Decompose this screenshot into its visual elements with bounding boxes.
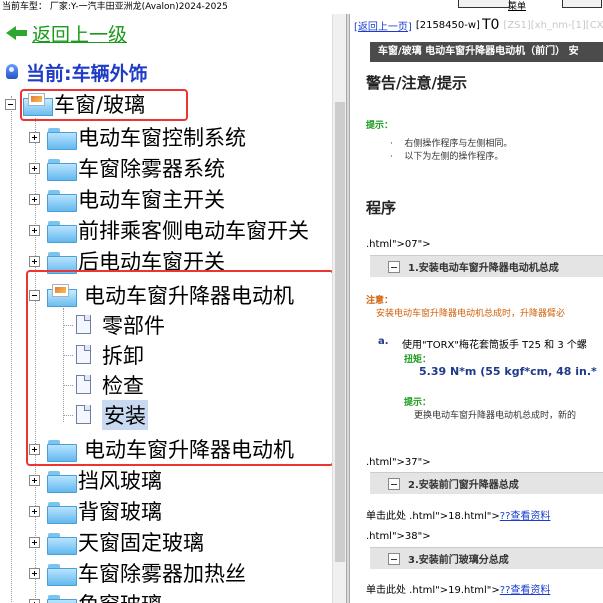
step-2-bar[interactable]: 2.安装前门窗升降器总成 (370, 472, 603, 494)
step-1-bar[interactable]: 1.安装电动车窗升降器电动机总成 (370, 255, 603, 277)
expand-icon[interactable] (29, 255, 40, 267)
hint-line-1: · 右侧操作程序与左侧相同。 (390, 139, 513, 149)
collapse-icon[interactable] (388, 477, 400, 490)
collapse-icon[interactable] (388, 552, 400, 565)
expand-icon[interactable] (29, 598, 40, 603)
caution-text: 安装电动车窗升降器电动机总成时，升降器臂必 (376, 309, 566, 319)
top-bar: 当前车型： 厂家:Y-一汽丰田亚洲龙(Avalon)2024-2025 菜单 (0, 0, 603, 14)
expand-icon[interactable] (29, 536, 40, 548)
expand-icon[interactable] (29, 567, 40, 579)
reference-line-2: 单击此处 .html">19.html">??查看资料 (366, 585, 551, 596)
back-page-link[interactable]: [返回上一页] (354, 18, 412, 33)
back-up-level-link[interactable]: 返回上一级 (6, 22, 128, 46)
torque-label: 扭矩： (404, 355, 432, 365)
document-code-suffix: T0 (481, 17, 500, 33)
collapse-icon[interactable] (388, 260, 400, 273)
expand-icon[interactable] (29, 162, 40, 174)
document-title-banner: 车窗/玻璃 电动车窗升降器电动机（前门） 安 (370, 42, 603, 62)
folder-icon (46, 126, 77, 150)
sub-step-text: 使用"TORX"梅花套筒扳手 T25 和 3 个螺 (402, 340, 587, 351)
tree-node-defogger-wire[interactable]: 车窗除雾器加热丝 (29, 558, 246, 588)
html-fragment: .html">38"> (366, 531, 431, 542)
menu-button-label[interactable]: 菜单 (508, 0, 526, 14)
folder-icon (46, 531, 77, 555)
folder-icon (46, 219, 77, 243)
user-icon (4, 62, 22, 82)
expand-icon[interactable] (29, 224, 40, 236)
document-pane: [返回上一页] [2158450-w] T0 [ZS1][xh_nm-[1][C… (350, 14, 603, 603)
tree-node-label: 电动车窗控制系统 (78, 126, 246, 150)
expand-icon[interactable] (29, 505, 40, 517)
tree-node-label: 车窗除雾器系统 (78, 157, 225, 181)
current-model-label: 当前车型： 厂家:Y-一汽丰田亚洲龙(Avalon)2024-2025 (2, 2, 228, 12)
tree-node-label: 前排乘客侧电动车窗开关 (78, 219, 309, 243)
folder-icon (46, 469, 77, 493)
tree-node-label: 天窗固定玻璃 (78, 531, 204, 555)
step-3-bar[interactable]: 3.安装前门玻璃分总成 (370, 547, 603, 569)
document-code: [2158450-w] (415, 19, 480, 31)
warning-heading: 警告/注意/提示 (366, 74, 467, 92)
document-code-grey: [ZS1][xh_nm-[1][CX- (503, 19, 603, 31)
highlight-box (26, 270, 334, 466)
back-arrow-icon (6, 25, 28, 41)
folder-icon (46, 157, 77, 181)
highlight-box (20, 89, 188, 121)
folder-icon (46, 188, 77, 212)
tree-node-master-switch[interactable]: 电动车窗主开关 (29, 184, 225, 214)
tree-node-power-window-control[interactable]: 电动车窗控制系统 (29, 122, 246, 152)
expand-icon[interactable] (29, 193, 40, 205)
document-header: [返回上一页] [2158450-w] T0 [ZS1][xh_nm-[1][C… (350, 14, 603, 36)
expand-icon[interactable] (29, 131, 40, 143)
current-category: 当前:车辆外饰 (4, 60, 148, 85)
hint-label-2: 提示： (404, 398, 432, 408)
tree-node-label: 背窗玻璃 (78, 500, 162, 524)
toolbar-button-2[interactable] (562, 0, 602, 8)
folder-icon (46, 562, 77, 586)
view-reference-link[interactable]: ??查看资料 (500, 585, 551, 596)
hint-line-2: · 以下为左侧的操作程序。 (390, 152, 504, 162)
hint-text-2: 更换电动车窗升降器电动机总成时，新的 (414, 411, 577, 421)
tree-scrollbar[interactable] (332, 14, 346, 603)
tree-node-passenger-switch[interactable]: 前排乘客侧电动车窗开关 (29, 215, 309, 245)
step-1-label: 1.安装电动车窗升降器电动机总成 (408, 263, 559, 274)
tree-node-back-window[interactable]: 背窗玻璃 (29, 496, 162, 526)
tree-node-label: 挡风玻璃 (78, 469, 162, 493)
tree-node-label: 电动车窗主开关 (78, 188, 225, 212)
tree-node-sunroof-glass[interactable]: 天窗固定玻璃 (29, 527, 204, 557)
step-2-label: 2.安装前门窗升降器总成 (408, 480, 519, 491)
hint-label: 提示： (366, 121, 394, 131)
expand-icon[interactable] (29, 474, 40, 486)
html-fragment: .html">37"> (366, 457, 431, 468)
tree-node-defogger-system[interactable]: 车窗除雾器系统 (29, 153, 225, 183)
caution-label: 注意： (366, 296, 394, 306)
tree-guide-line (11, 96, 12, 603)
procedure-heading: 程序 (366, 199, 397, 217)
reference-line-1: 单击此处 .html">18.html">??查看资料 (366, 511, 551, 522)
step-3-label: 3.安装前门玻璃分总成 (408, 555, 509, 566)
tree-node-windshield[interactable]: 挡风玻璃 (29, 465, 162, 495)
folder-icon (46, 500, 77, 524)
scrollbar-thumb[interactable] (335, 102, 345, 562)
collapse-icon[interactable] (5, 98, 16, 110)
current-category-label: 当前:车辆外饰 (26, 62, 148, 85)
folder-icon (46, 250, 77, 274)
html-fragment: .html">07"> (366, 239, 431, 250)
toolbar-button[interactable] (458, 0, 510, 8)
tree-node-quarter-glass[interactable]: 角窗玻璃 (29, 589, 162, 603)
back-up-level-label: 返回上一级 (32, 23, 128, 46)
folder-icon (46, 593, 77, 603)
sub-step-marker: a. (378, 336, 389, 347)
tree-node-label: 角窗玻璃 (78, 589, 162, 603)
torque-value: 5.39 N*m (55 kgf*cm, 48 in.* (419, 365, 597, 378)
view-reference-link[interactable]: ??查看资料 (500, 511, 551, 522)
tree-node-label: 车窗除雾器加热丝 (78, 562, 246, 586)
